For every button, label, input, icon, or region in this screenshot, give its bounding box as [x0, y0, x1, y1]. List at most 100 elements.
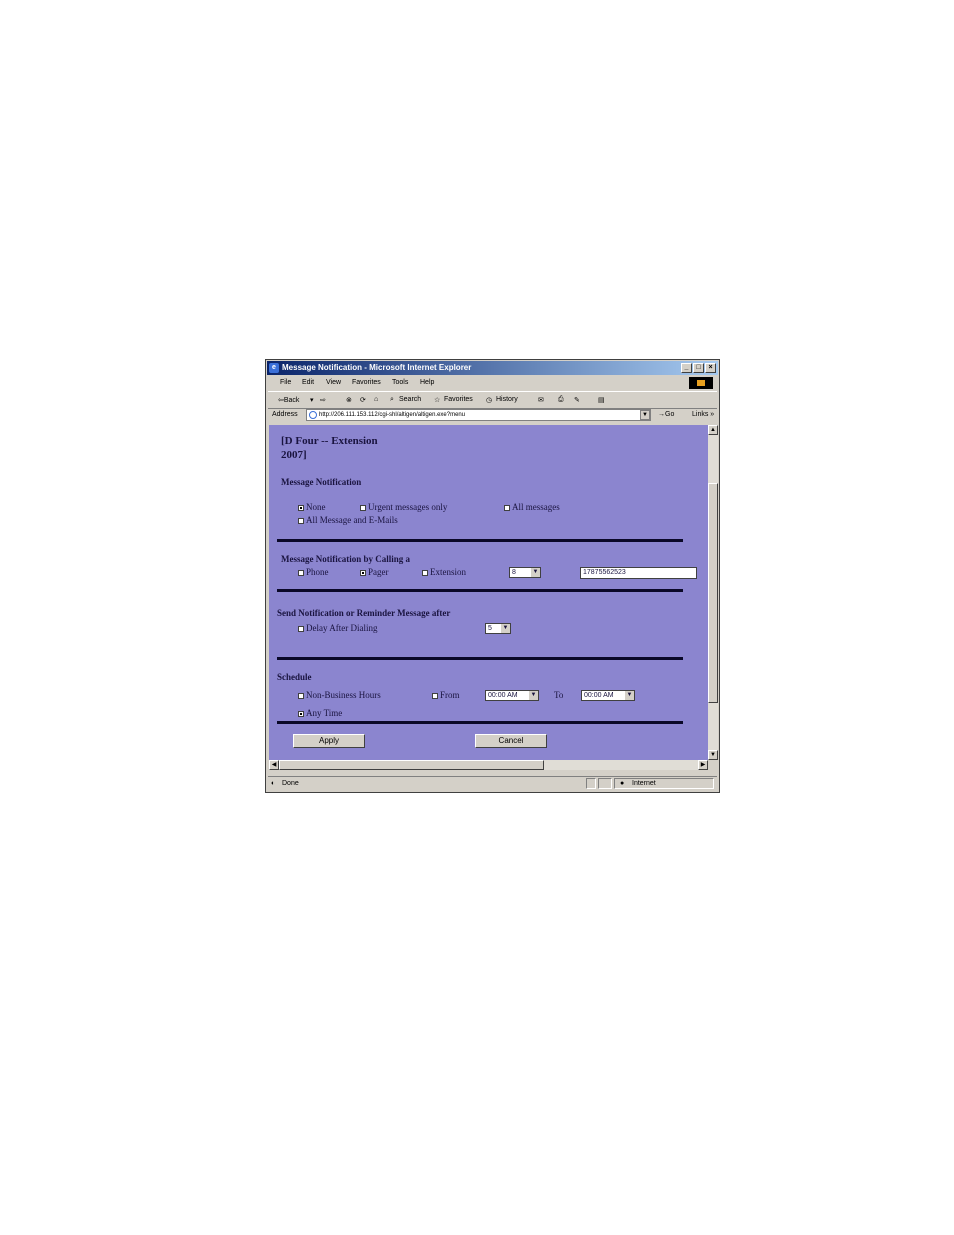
to-time-select[interactable]: 00:00 AM ▼ — [581, 690, 635, 701]
page-content: [D Four -- Extension 2007] Message Notif… — [269, 425, 708, 760]
apply-button[interactable]: Apply — [293, 734, 365, 748]
chevron-down-icon: ▼ — [531, 568, 540, 577]
links-button[interactable]: Links » — [692, 411, 714, 418]
go-label: Go — [665, 411, 675, 418]
from-checkbox[interactable] — [432, 693, 438, 699]
phone-label: Phone — [306, 567, 329, 577]
back-button[interactable]: ⇦Back — [278, 396, 299, 404]
none-checkbox[interactable] — [298, 505, 304, 511]
phone-checkbox[interactable] — [298, 570, 304, 576]
horizontal-scrollbar[interactable]: ◀ ▶ — [269, 760, 708, 770]
all-messages-checkbox[interactable] — [504, 505, 510, 511]
scroll-up-icon[interactable]: ▲ — [708, 425, 718, 435]
divider — [277, 657, 683, 660]
menu-tools[interactable]: Tools — [392, 379, 408, 386]
search-button[interactable]: Search — [399, 396, 421, 403]
close-button[interactable]: × — [705, 363, 716, 373]
go-button[interactable]: →Go — [658, 411, 674, 418]
menu-edit[interactable]: Edit — [302, 379, 314, 386]
menu-favorites[interactable]: Favorites — [352, 379, 381, 386]
back-dropdown-icon[interactable]: ▾ — [310, 396, 314, 404]
forward-icon[interactable]: ⇨ — [320, 396, 326, 404]
extension-label: Extension — [430, 567, 466, 577]
menu-file[interactable]: File — [280, 379, 291, 386]
menu-view[interactable]: View — [326, 379, 341, 386]
horizontal-scroll-thumb[interactable] — [279, 760, 544, 770]
none-label: None — [306, 502, 326, 512]
delay-checkbox[interactable] — [298, 626, 304, 632]
status-zone-cell — [614, 778, 714, 789]
urgent-label: Urgent messages only — [368, 502, 448, 512]
address-input[interactable]: http://206.111.153.112/cgi-shl/altigen/a… — [306, 409, 651, 421]
phone-number-input[interactable]: 17875562523 — [580, 567, 697, 579]
home-icon[interactable]: ⌂ — [374, 396, 378, 403]
all-email-checkbox[interactable] — [298, 518, 304, 524]
section-delay-title: Send Notification or Reminder Message af… — [277, 608, 451, 618]
refresh-icon[interactable]: ⟳ — [360, 396, 366, 404]
status-zone: Internet — [632, 780, 656, 787]
section-message-notification-title: Message Notification — [281, 477, 362, 487]
address-url: http://206.111.153.112/cgi-shl/altigen/a… — [319, 412, 466, 418]
from-time-select[interactable]: 00:00 AM ▼ — [485, 690, 539, 701]
address-bar: Address http://206.111.153.112/cgi-shl/a… — [268, 408, 717, 423]
any-time-checkbox[interactable] — [298, 711, 304, 717]
all-email-label: All Message and E-Mails — [306, 515, 398, 525]
minimize-button[interactable]: _ — [681, 363, 692, 373]
any-time-label: Any Time — [306, 708, 343, 718]
delay-label: Delay After Dialing — [306, 623, 378, 633]
print-icon[interactable]: ⎙ — [558, 396, 564, 404]
from-label: From — [440, 690, 460, 700]
menu-help[interactable]: Help — [420, 379, 434, 386]
window-title: Message Notification - Microsoft Interne… — [282, 363, 472, 372]
status-page-icon: ◐ — [271, 780, 276, 787]
non-business-label: Non-Business Hours — [306, 690, 381, 700]
discuss-icon[interactable]: ▤ — [598, 396, 605, 404]
windows-logo-icon — [689, 377, 713, 389]
page-heading-line1: [D Four -- Extension — [281, 435, 378, 447]
mail-icon[interactable]: ✉ — [538, 396, 544, 404]
status-bar: ◐ Done ● Internet — [268, 776, 717, 791]
address-dropdown-icon[interactable]: ▼ — [640, 410, 650, 420]
favorites-icon: ☆ — [434, 397, 441, 404]
section-schedule-title: Schedule — [277, 672, 312, 682]
status-cell — [598, 778, 612, 789]
ie-icon: e — [269, 363, 279, 373]
non-business-checkbox[interactable] — [298, 693, 304, 699]
maximize-button[interactable]: □ — [693, 363, 704, 373]
pager-checkbox[interactable] — [360, 570, 366, 576]
urgent-checkbox[interactable] — [360, 505, 366, 511]
pager-select[interactable]: 8 ▼ — [509, 567, 541, 578]
divider — [277, 721, 683, 724]
page-icon — [309, 411, 317, 419]
vertical-scrollbar[interactable]: ▲ ▼ — [708, 425, 718, 760]
to-label: To — [554, 690, 564, 700]
status-text: Done — [282, 780, 299, 787]
title-bar[interactable]: e Message Notification - Microsoft Inter… — [267, 361, 718, 375]
pager-select-value: 8 — [512, 569, 516, 576]
all-messages-label: All messages — [512, 502, 560, 512]
scroll-down-icon[interactable]: ▼ — [708, 750, 718, 760]
delay-select[interactable]: 5 ▼ — [485, 623, 511, 634]
chevron-down-icon: ▼ — [625, 691, 634, 700]
edit-icon[interactable]: ✎ — [574, 396, 580, 404]
extension-checkbox[interactable] — [422, 570, 428, 576]
cancel-button[interactable]: Cancel — [475, 734, 547, 748]
browser-window: e Message Notification - Microsoft Inter… — [265, 359, 720, 793]
scroll-left-icon[interactable]: ◀ — [269, 760, 279, 770]
vertical-scroll-thumb[interactable] — [708, 483, 718, 703]
pager-label: Pager — [368, 567, 389, 577]
from-time-value: 00:00 AM — [488, 692, 518, 699]
section-calling-title: Message Notification by Calling a — [281, 554, 410, 564]
to-time-value: 00:00 AM — [584, 692, 614, 699]
stop-icon[interactable]: ⊗ — [346, 396, 352, 404]
status-cell — [586, 778, 596, 789]
history-button[interactable]: History — [496, 396, 518, 403]
favorites-button[interactable]: Favorites — [444, 396, 473, 403]
chevron-down-icon: ▼ — [501, 624, 510, 633]
page-heading-line2: 2007] — [281, 449, 307, 461]
globe-icon: ● — [620, 780, 625, 787]
chevron-down-icon: ▼ — [529, 691, 538, 700]
scroll-right-icon[interactable]: ▶ — [698, 760, 708, 770]
toolbar: ⇦Back ▾ ⇨ ⊗ ⟳ ⌂ ⌕ Search ☆ Favorites ◷ H… — [268, 391, 717, 409]
delay-select-value: 5 — [488, 625, 492, 632]
